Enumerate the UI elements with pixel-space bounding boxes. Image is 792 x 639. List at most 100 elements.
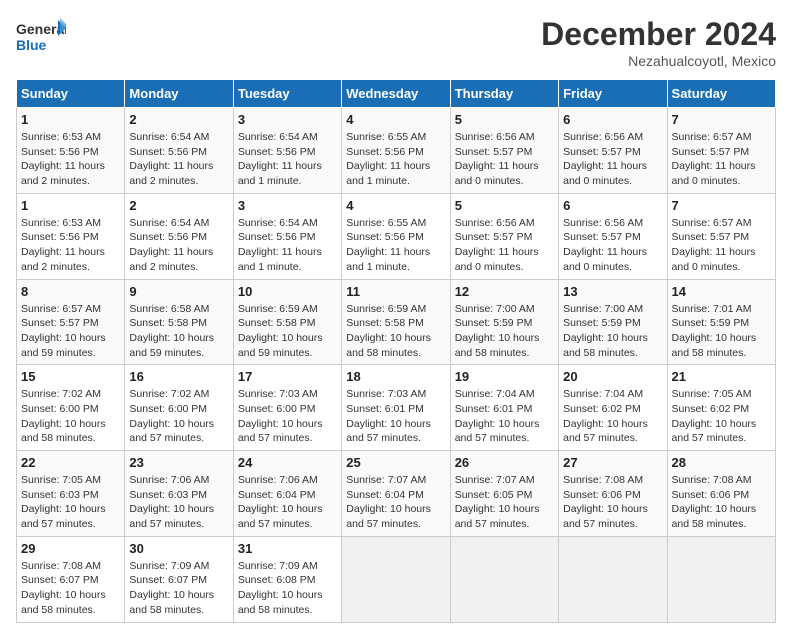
- calendar-day-empty: [667, 536, 775, 622]
- calendar-day-31: 31 Sunrise: 7:09 AM Sunset: 6:08 PM Dayl…: [233, 536, 341, 622]
- day-number: 4: [346, 112, 445, 127]
- calendar-day-20: 20 Sunrise: 7:04 AM Sunset: 6:02 PM Dayl…: [559, 365, 667, 451]
- day-info: Sunrise: 7:07 AM Sunset: 6:04 PM Dayligh…: [346, 473, 445, 532]
- day-info: Sunrise: 7:09 AM Sunset: 6:07 PM Dayligh…: [129, 559, 228, 618]
- day-number: 17: [238, 369, 337, 384]
- calendar-day-8: 8 Sunrise: 6:57 AM Sunset: 5:57 PM Dayli…: [17, 279, 125, 365]
- day-number: 6: [563, 198, 662, 213]
- calendar-day-4: 4 Sunrise: 6:55 AM Sunset: 5:56 PM Dayli…: [342, 108, 450, 194]
- weekday-monday: Monday: [125, 80, 233, 108]
- day-info: Sunrise: 7:00 AM Sunset: 5:59 PM Dayligh…: [563, 302, 662, 361]
- calendar-day-10: 10 Sunrise: 6:59 AM Sunset: 5:58 PM Dayl…: [233, 279, 341, 365]
- calendar-day-28: 28 Sunrise: 7:08 AM Sunset: 6:06 PM Dayl…: [667, 451, 775, 537]
- day-info: Sunrise: 7:02 AM Sunset: 6:00 PM Dayligh…: [21, 387, 120, 446]
- calendar-day-1: 1 Sunrise: 6:53 AM Sunset: 5:56 PM Dayli…: [17, 108, 125, 194]
- calendar-week-4: 15 Sunrise: 7:02 AM Sunset: 6:00 PM Dayl…: [17, 365, 776, 451]
- day-info: Sunrise: 6:55 AM Sunset: 5:56 PM Dayligh…: [346, 130, 445, 189]
- day-number: 9: [129, 284, 228, 299]
- location-title: Nezahualcoyotl, Mexico: [541, 53, 776, 69]
- calendar-day-19: 19 Sunrise: 7:04 AM Sunset: 6:01 PM Dayl…: [450, 365, 558, 451]
- calendar-day-6: 6 Sunrise: 6:56 AM Sunset: 5:57 PM Dayli…: [559, 108, 667, 194]
- svg-text:Blue: Blue: [16, 37, 47, 53]
- calendar-day-17: 17 Sunrise: 7:03 AM Sunset: 6:00 PM Dayl…: [233, 365, 341, 451]
- day-number: 23: [129, 455, 228, 470]
- calendar-day-26: 26 Sunrise: 7:07 AM Sunset: 6:05 PM Dayl…: [450, 451, 558, 537]
- day-info: Sunrise: 6:57 AM Sunset: 5:57 PM Dayligh…: [672, 130, 771, 189]
- day-info: Sunrise: 6:53 AM Sunset: 5:56 PM Dayligh…: [21, 130, 120, 189]
- calendar-day-7: 7 Sunrise: 6:57 AM Sunset: 5:57 PM Dayli…: [667, 193, 775, 279]
- calendar-day-14: 14 Sunrise: 7:01 AM Sunset: 5:59 PM Dayl…: [667, 279, 775, 365]
- calendar-day-7: 7 Sunrise: 6:57 AM Sunset: 5:57 PM Dayli…: [667, 108, 775, 194]
- day-number: 14: [672, 284, 771, 299]
- calendar-day-11: 11 Sunrise: 6:59 AM Sunset: 5:58 PM Dayl…: [342, 279, 450, 365]
- day-number: 5: [455, 198, 554, 213]
- weekday-header-row: SundayMondayTuesdayWednesdayThursdayFrid…: [17, 80, 776, 108]
- day-info: Sunrise: 7:03 AM Sunset: 6:00 PM Dayligh…: [238, 387, 337, 446]
- calendar-day-9: 9 Sunrise: 6:58 AM Sunset: 5:58 PM Dayli…: [125, 279, 233, 365]
- day-number: 15: [21, 369, 120, 384]
- day-info: Sunrise: 7:01 AM Sunset: 5:59 PM Dayligh…: [672, 302, 771, 361]
- day-number: 26: [455, 455, 554, 470]
- day-info: Sunrise: 7:06 AM Sunset: 6:04 PM Dayligh…: [238, 473, 337, 532]
- calendar-day-27: 27 Sunrise: 7:08 AM Sunset: 6:06 PM Dayl…: [559, 451, 667, 537]
- day-info: Sunrise: 7:08 AM Sunset: 6:06 PM Dayligh…: [563, 473, 662, 532]
- calendar-week-5: 22 Sunrise: 7:05 AM Sunset: 6:03 PM Dayl…: [17, 451, 776, 537]
- day-info: Sunrise: 6:56 AM Sunset: 5:57 PM Dayligh…: [455, 216, 554, 275]
- day-number: 12: [455, 284, 554, 299]
- title-block: December 2024 Nezahualcoyotl, Mexico: [541, 16, 776, 69]
- calendar-day-2: 2 Sunrise: 6:54 AM Sunset: 5:56 PM Dayli…: [125, 193, 233, 279]
- weekday-friday: Friday: [559, 80, 667, 108]
- day-number: 1: [21, 198, 120, 213]
- day-info: Sunrise: 7:08 AM Sunset: 6:06 PM Dayligh…: [672, 473, 771, 532]
- calendar-week-6: 29 Sunrise: 7:08 AM Sunset: 6:07 PM Dayl…: [17, 536, 776, 622]
- day-number: 8: [21, 284, 120, 299]
- day-info: Sunrise: 7:07 AM Sunset: 6:05 PM Dayligh…: [455, 473, 554, 532]
- day-number: 5: [455, 112, 554, 127]
- day-info: Sunrise: 7:02 AM Sunset: 6:00 PM Dayligh…: [129, 387, 228, 446]
- day-number: 4: [346, 198, 445, 213]
- day-number: 22: [21, 455, 120, 470]
- day-number: 3: [238, 198, 337, 213]
- page-header: General Blue December 2024 Nezahualcoyot…: [16, 16, 776, 69]
- day-number: 19: [455, 369, 554, 384]
- day-info: Sunrise: 6:56 AM Sunset: 5:57 PM Dayligh…: [563, 216, 662, 275]
- logo-svg: General Blue: [16, 16, 66, 60]
- day-number: 24: [238, 455, 337, 470]
- weekday-sunday: Sunday: [17, 80, 125, 108]
- day-number: 20: [563, 369, 662, 384]
- day-number: 11: [346, 284, 445, 299]
- logo: General Blue: [16, 16, 66, 60]
- calendar-table: SundayMondayTuesdayWednesdayThursdayFrid…: [16, 79, 776, 623]
- calendar-day-2: 2 Sunrise: 6:54 AM Sunset: 5:56 PM Dayli…: [125, 108, 233, 194]
- calendar-day-3: 3 Sunrise: 6:54 AM Sunset: 5:56 PM Dayli…: [233, 108, 341, 194]
- day-number: 3: [238, 112, 337, 127]
- day-info: Sunrise: 6:58 AM Sunset: 5:58 PM Dayligh…: [129, 302, 228, 361]
- weekday-tuesday: Tuesday: [233, 80, 341, 108]
- day-info: Sunrise: 7:04 AM Sunset: 6:02 PM Dayligh…: [563, 387, 662, 446]
- calendar-day-empty: [450, 536, 558, 622]
- calendar-day-empty: [342, 536, 450, 622]
- day-info: Sunrise: 7:00 AM Sunset: 5:59 PM Dayligh…: [455, 302, 554, 361]
- day-info: Sunrise: 6:54 AM Sunset: 5:56 PM Dayligh…: [129, 130, 228, 189]
- day-number: 21: [672, 369, 771, 384]
- calendar-week-1: 1 Sunrise: 6:53 AM Sunset: 5:56 PM Dayli…: [17, 108, 776, 194]
- calendar-day-22: 22 Sunrise: 7:05 AM Sunset: 6:03 PM Dayl…: [17, 451, 125, 537]
- day-info: Sunrise: 7:05 AM Sunset: 6:03 PM Dayligh…: [21, 473, 120, 532]
- day-info: Sunrise: 6:54 AM Sunset: 5:56 PM Dayligh…: [129, 216, 228, 275]
- calendar-day-4: 4 Sunrise: 6:55 AM Sunset: 5:56 PM Dayli…: [342, 193, 450, 279]
- day-info: Sunrise: 6:59 AM Sunset: 5:58 PM Dayligh…: [346, 302, 445, 361]
- day-number: 2: [129, 198, 228, 213]
- calendar-day-24: 24 Sunrise: 7:06 AM Sunset: 6:04 PM Dayl…: [233, 451, 341, 537]
- day-number: 13: [563, 284, 662, 299]
- day-number: 7: [672, 112, 771, 127]
- day-info: Sunrise: 7:05 AM Sunset: 6:02 PM Dayligh…: [672, 387, 771, 446]
- calendar-day-29: 29 Sunrise: 7:08 AM Sunset: 6:07 PM Dayl…: [17, 536, 125, 622]
- day-info: Sunrise: 6:59 AM Sunset: 5:58 PM Dayligh…: [238, 302, 337, 361]
- day-info: Sunrise: 7:04 AM Sunset: 6:01 PM Dayligh…: [455, 387, 554, 446]
- day-info: Sunrise: 7:03 AM Sunset: 6:01 PM Dayligh…: [346, 387, 445, 446]
- day-number: 10: [238, 284, 337, 299]
- month-title: December 2024: [541, 16, 776, 53]
- day-number: 29: [21, 541, 120, 556]
- day-number: 30: [129, 541, 228, 556]
- calendar-day-23: 23 Sunrise: 7:06 AM Sunset: 6:03 PM Dayl…: [125, 451, 233, 537]
